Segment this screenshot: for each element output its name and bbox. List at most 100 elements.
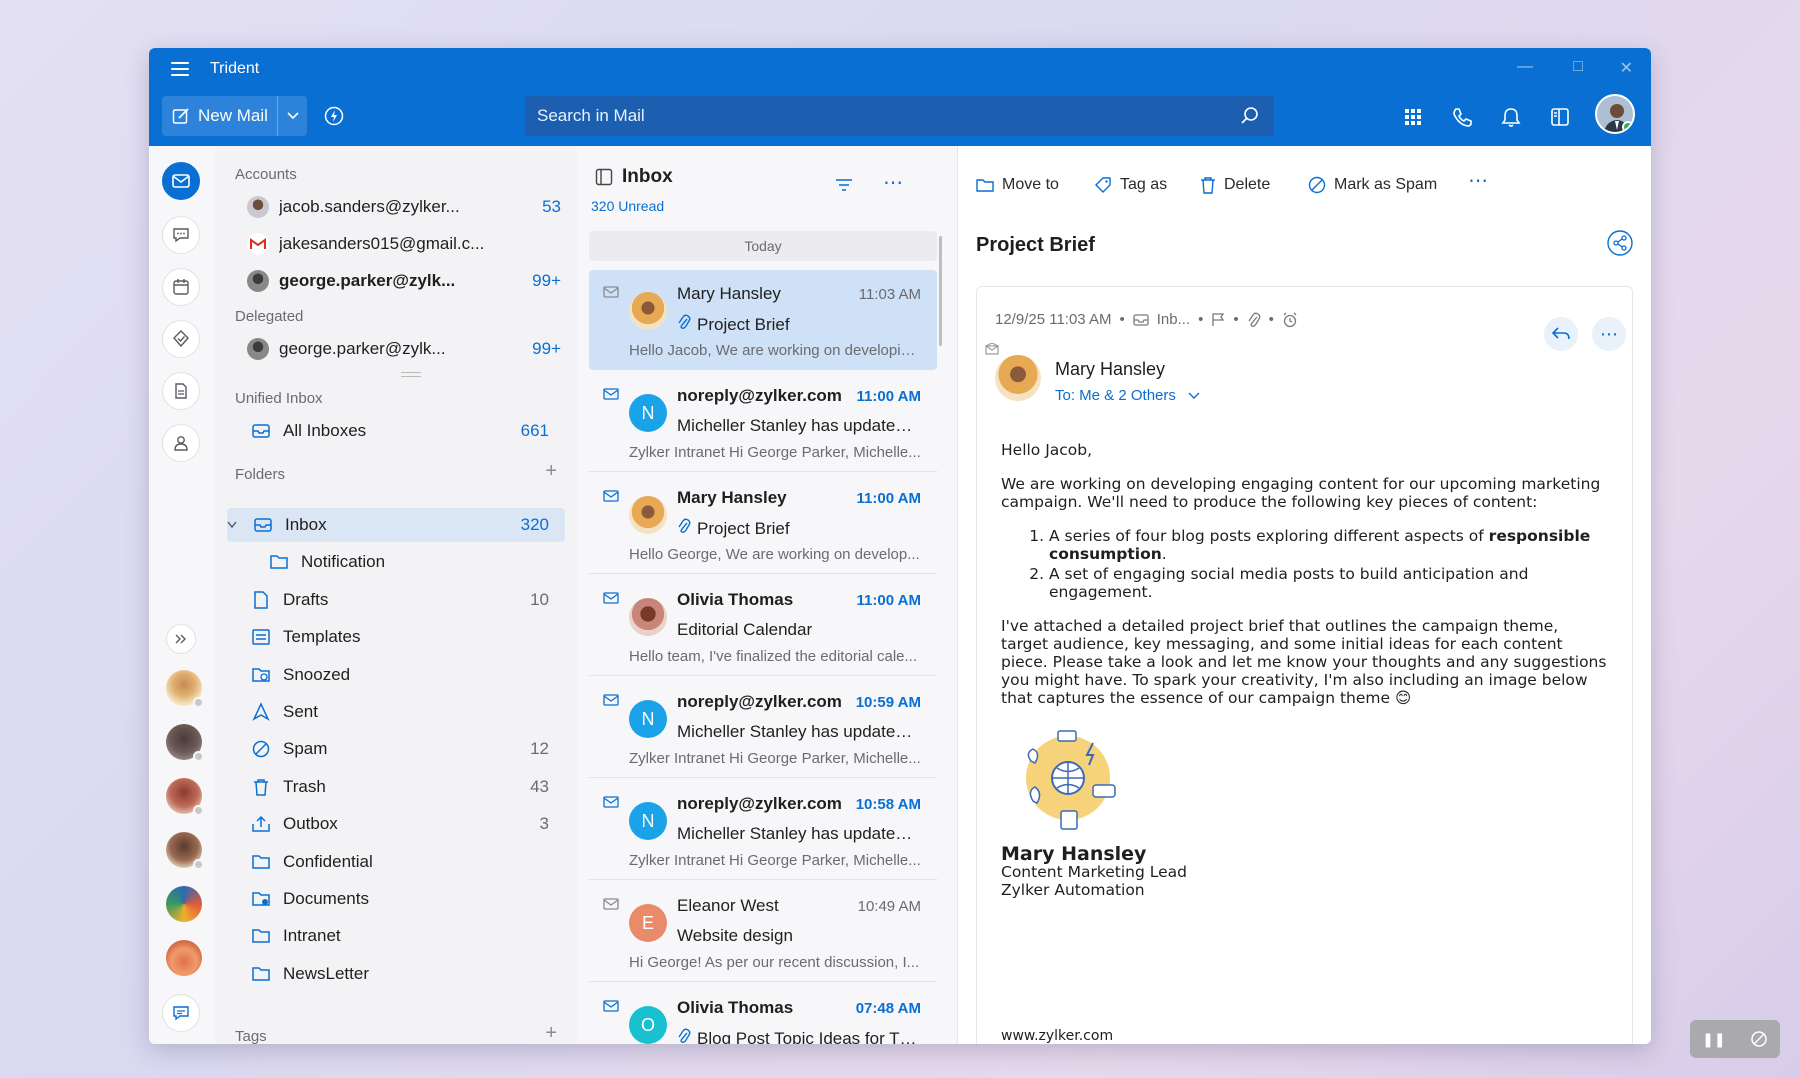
add-tag-icon[interactable]: + (545, 1022, 557, 1044)
mark-as-spam-button[interactable]: Mark as Spam (1308, 176, 1437, 194)
unread-mail-icon[interactable] (603, 592, 619, 604)
rail-mail-button[interactable] (162, 162, 200, 200)
chevron-down-icon[interactable] (227, 521, 237, 529)
accounts-heading: Accounts (235, 166, 297, 183)
more-actions-icon[interactable]: ⋯ (1468, 168, 1488, 193)
alarm-icon[interactable] (1282, 312, 1298, 328)
message-sender: Mary Hansley (677, 488, 787, 507)
share-icon[interactable] (1607, 230, 1633, 256)
rail-chat-button[interactable] (162, 216, 200, 254)
pause-icon[interactable]: ❚❚ (1702, 1031, 1725, 1048)
screen-capture-icon[interactable] (1750, 1030, 1768, 1048)
bolt-icon[interactable] (324, 106, 344, 126)
hamburger-menu-icon[interactable] (171, 62, 189, 76)
folder-confidential[interactable]: Confidential (227, 845, 565, 879)
delegated-account-item[interactable]: george.parker@zylk... 99+ (227, 332, 565, 366)
apps-grid-icon[interactable] (1402, 106, 1424, 128)
email-folder[interactable]: Inb... (1157, 311, 1190, 328)
folder-intranet[interactable]: Intranet (227, 919, 565, 953)
recipients-toggle[interactable]: To: Me & 2 Others (1055, 387, 1200, 404)
folder-drafts[interactable]: Drafts 10 (227, 583, 565, 617)
folder-templates[interactable]: Templates (227, 620, 565, 654)
folder-notification[interactable]: Notification (227, 545, 565, 579)
message-row[interactable]: Mary Hansley 11:00 AM Project Brief Hello G… (589, 474, 937, 574)
contact-avatar[interactable] (166, 670, 204, 708)
paperclip-icon[interactable] (1247, 312, 1261, 328)
reply-button[interactable] (1544, 317, 1578, 351)
collapse-pane-icon[interactable] (595, 168, 613, 186)
unread-mail-icon[interactable] (603, 1000, 619, 1012)
add-folder-icon[interactable]: + (545, 460, 557, 483)
resize-handle[interactable] (401, 372, 421, 377)
folder-sent[interactable]: Sent (227, 695, 565, 729)
message-row[interactable]: Nnoreply@zylker.com 10:59 AM Micheller Sta… (589, 678, 937, 778)
rail-contacts-button[interactable] (162, 424, 200, 462)
contact-avatar[interactable] (166, 724, 204, 762)
folder-inbox[interactable]: Inbox 320 (227, 508, 565, 542)
new-mail-button[interactable]: New Mail (162, 96, 278, 136)
search-input[interactable]: Search in Mail (525, 96, 1274, 136)
panel-layout-icon[interactable] (1549, 106, 1571, 128)
rail-feedback-button[interactable] (162, 994, 200, 1032)
unread-mail-icon[interactable] (603, 388, 619, 400)
account-avatar (247, 196, 269, 218)
message-time: 11:00 AM (856, 388, 921, 405)
folder-trash[interactable]: Trash 43 (227, 770, 565, 804)
rail-calendar-button[interactable] (162, 268, 200, 306)
contact-avatar[interactable] (166, 886, 202, 922)
read-mail-icon[interactable] (603, 286, 619, 298)
folder-snoozed[interactable]: Snoozed (227, 658, 565, 692)
website-link[interactable]: www.zylker.com (1001, 1028, 1113, 1044)
folder-spam[interactable]: Spam 12 (227, 732, 565, 766)
search-icon[interactable] (1240, 106, 1260, 126)
filter-icon[interactable] (835, 178, 853, 192)
sender-name[interactable]: Mary Hansley (1055, 359, 1165, 380)
folder-count: 10 (530, 589, 549, 609)
account-item[interactable]: jacob.sanders@zylker... 53 (227, 190, 565, 224)
bell-icon[interactable] (1500, 106, 1522, 128)
close-icon[interactable]: ✕ (1620, 58, 1633, 78)
message-row[interactable]: E Eleanor West 10:49 AM Website design Hi Ge… (589, 882, 937, 982)
message-row[interactable]: O Olivia Thomas 07:48 AM Blog Post Topic Id… (589, 984, 937, 1044)
message-row[interactable]: Nnoreply@zylker.com 10:58 AM Micheller Sta… (589, 780, 937, 880)
contact-avatar[interactable] (166, 778, 204, 816)
message-subject-text: Project Brief (697, 315, 790, 334)
folder-all-inboxes[interactable]: All Inboxes 661 (227, 414, 565, 448)
email-more-button[interactable]: ⋯ (1592, 317, 1626, 351)
more-options-icon[interactable]: ⋯ (883, 170, 904, 195)
unread-mail-icon[interactable] (603, 694, 619, 706)
folder-newsletter[interactable]: NewsLetter (227, 957, 565, 991)
maximize-icon[interactable]: □ (1573, 58, 1583, 76)
account-item[interactable]: george.parker@zylk... 99+ (227, 264, 565, 298)
rail-tasks-button[interactable] (162, 320, 200, 358)
user-avatar[interactable] (1595, 94, 1635, 134)
read-mail-icon[interactable] (603, 898, 619, 910)
contact-avatar[interactable] (166, 940, 202, 976)
message-row[interactable]: Mary Hansley 11:03 AM Project Brief Hello J… (589, 270, 937, 370)
rail-expand-button[interactable] (166, 624, 196, 654)
contact-avatar[interactable] (166, 832, 204, 870)
sender-avatar: N (629, 394, 667, 432)
message-time: 11:00 AM (856, 592, 921, 609)
unread-mail-icon[interactable] (603, 796, 619, 808)
flag-icon[interactable] (1211, 312, 1225, 327)
new-mail-dropdown[interactable] (278, 96, 307, 136)
unread-mail-icon[interactable] (603, 490, 619, 502)
folder-outbox[interactable]: Outbox 3 (227, 807, 565, 841)
tag-as-button[interactable]: Tag as (1094, 176, 1167, 194)
message-row[interactable]: Olivia Thomas 11:00 AM Editorial Calendar H… (589, 576, 937, 676)
recording-controls: ❚❚ (1690, 1020, 1780, 1058)
move-to-button[interactable]: Move to (976, 176, 1059, 194)
minimize-icon[interactable]: — (1517, 58, 1533, 76)
unread-count[interactable]: 320 Unread (591, 198, 664, 214)
inbox-tray-icon (254, 518, 272, 532)
sender-avatar[interactable] (995, 355, 1041, 401)
message-row[interactable]: Nnoreply@zylker.com 11:00 AM Micheller Sta… (589, 372, 937, 472)
sender-avatar: E (629, 904, 667, 942)
folder-documents[interactable]: Documents (227, 882, 565, 916)
rail-notes-button[interactable] (162, 372, 200, 410)
account-item[interactable]: jakesanders015@gmail.c... (227, 227, 565, 261)
delete-button[interactable]: Delete (1200, 176, 1270, 194)
scrollbar[interactable] (939, 236, 942, 346)
phone-icon[interactable] (1451, 106, 1473, 128)
